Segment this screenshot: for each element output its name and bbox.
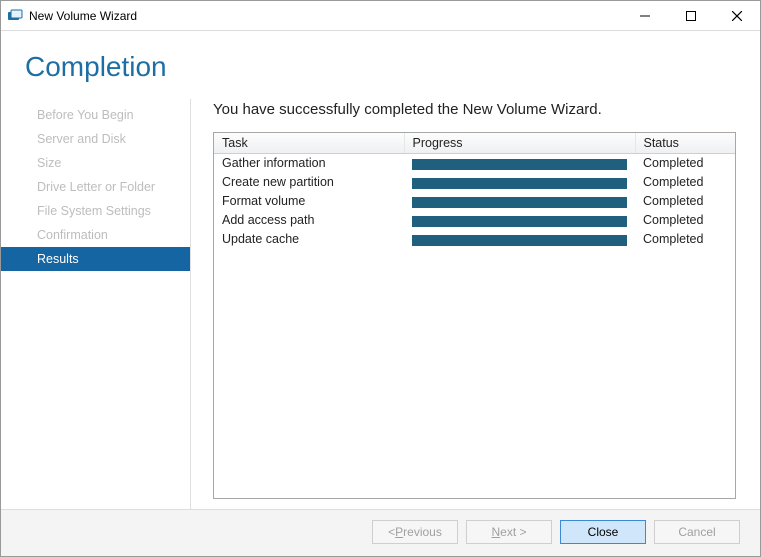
wizard-footer: < Previous Next > Close Cancel: [1, 509, 760, 556]
wizard-step-server-and-disk[interactable]: Server and Disk: [1, 127, 190, 151]
wizard-step-file-system-settings[interactable]: File System Settings: [1, 199, 190, 223]
column-header-task[interactable]: Task: [214, 133, 404, 154]
progress-bar: [412, 197, 627, 208]
progress-cell: [404, 154, 635, 174]
window-controls: [622, 1, 760, 30]
progress-cell: [404, 211, 635, 230]
task-cell: Update cache: [214, 230, 404, 249]
table-row[interactable]: Gather information Completed: [214, 154, 735, 174]
progress-bar: [412, 235, 627, 246]
table-row[interactable]: Format volume Completed: [214, 192, 735, 211]
table-row[interactable]: Add access path Completed: [214, 211, 735, 230]
task-cell: Gather information: [214, 154, 404, 174]
column-header-progress[interactable]: Progress: [404, 133, 635, 154]
window-title: New Volume Wizard: [29, 9, 622, 23]
column-header-status[interactable]: Status: [635, 133, 735, 154]
content-area: Completion Before You BeginServer and Di…: [1, 31, 760, 556]
status-cell: Completed: [635, 154, 735, 174]
completion-message: You have successfully completed the New …: [213, 101, 736, 118]
table-row[interactable]: Update cache Completed: [214, 230, 735, 249]
wizard-step-results[interactable]: Results: [1, 247, 190, 271]
minimize-button[interactable]: [622, 1, 668, 30]
results-table-wrap: Task Progress Status Gather informationC…: [213, 132, 736, 499]
task-cell: Create new partition: [214, 173, 404, 192]
wizard-header: Completion: [1, 31, 760, 99]
progress-cell: [404, 173, 635, 192]
wizard-step-size[interactable]: Size: [1, 151, 190, 175]
progress-cell: [404, 192, 635, 211]
previous-button[interactable]: < Previous: [372, 520, 458, 544]
task-cell: Add access path: [214, 211, 404, 230]
status-cell: Completed: [635, 211, 735, 230]
app-icon: [7, 8, 23, 24]
wizard-body: Before You BeginServer and DiskSizeDrive…: [1, 99, 760, 509]
maximize-button[interactable]: [668, 1, 714, 30]
next-button[interactable]: Next >: [466, 520, 552, 544]
results-table: Task Progress Status Gather informationC…: [214, 133, 735, 249]
status-cell: Completed: [635, 230, 735, 249]
close-window-button[interactable]: [714, 1, 760, 30]
progress-bar: [412, 216, 627, 227]
page-title: Completion: [25, 51, 760, 83]
status-cell: Completed: [635, 192, 735, 211]
progress-bar: [412, 159, 627, 170]
wizard-step-before-you-begin[interactable]: Before You Begin: [1, 103, 190, 127]
wizard-step-drive-letter-or-folder[interactable]: Drive Letter or Folder: [1, 175, 190, 199]
table-row[interactable]: Create new partition Completed: [214, 173, 735, 192]
status-cell: Completed: [635, 173, 735, 192]
wizard-steps-sidebar: Before You BeginServer and DiskSizeDrive…: [1, 99, 191, 509]
results-header-row: Task Progress Status: [214, 133, 735, 154]
progress-bar: [412, 178, 627, 189]
progress-cell: [404, 230, 635, 249]
title-bar: New Volume Wizard: [1, 1, 760, 31]
close-button[interactable]: Close: [560, 520, 646, 544]
cancel-button[interactable]: Cancel: [654, 520, 740, 544]
wizard-main: You have successfully completed the New …: [191, 99, 760, 509]
task-cell: Format volume: [214, 192, 404, 211]
wizard-step-confirmation[interactable]: Confirmation: [1, 223, 190, 247]
